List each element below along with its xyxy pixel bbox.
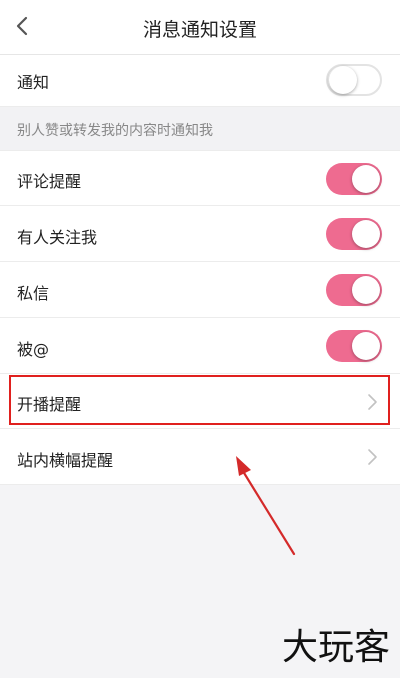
watermark-logo: 大玩客 bbox=[281, 627, 390, 668]
annotation-arrow bbox=[236, 456, 296, 556]
